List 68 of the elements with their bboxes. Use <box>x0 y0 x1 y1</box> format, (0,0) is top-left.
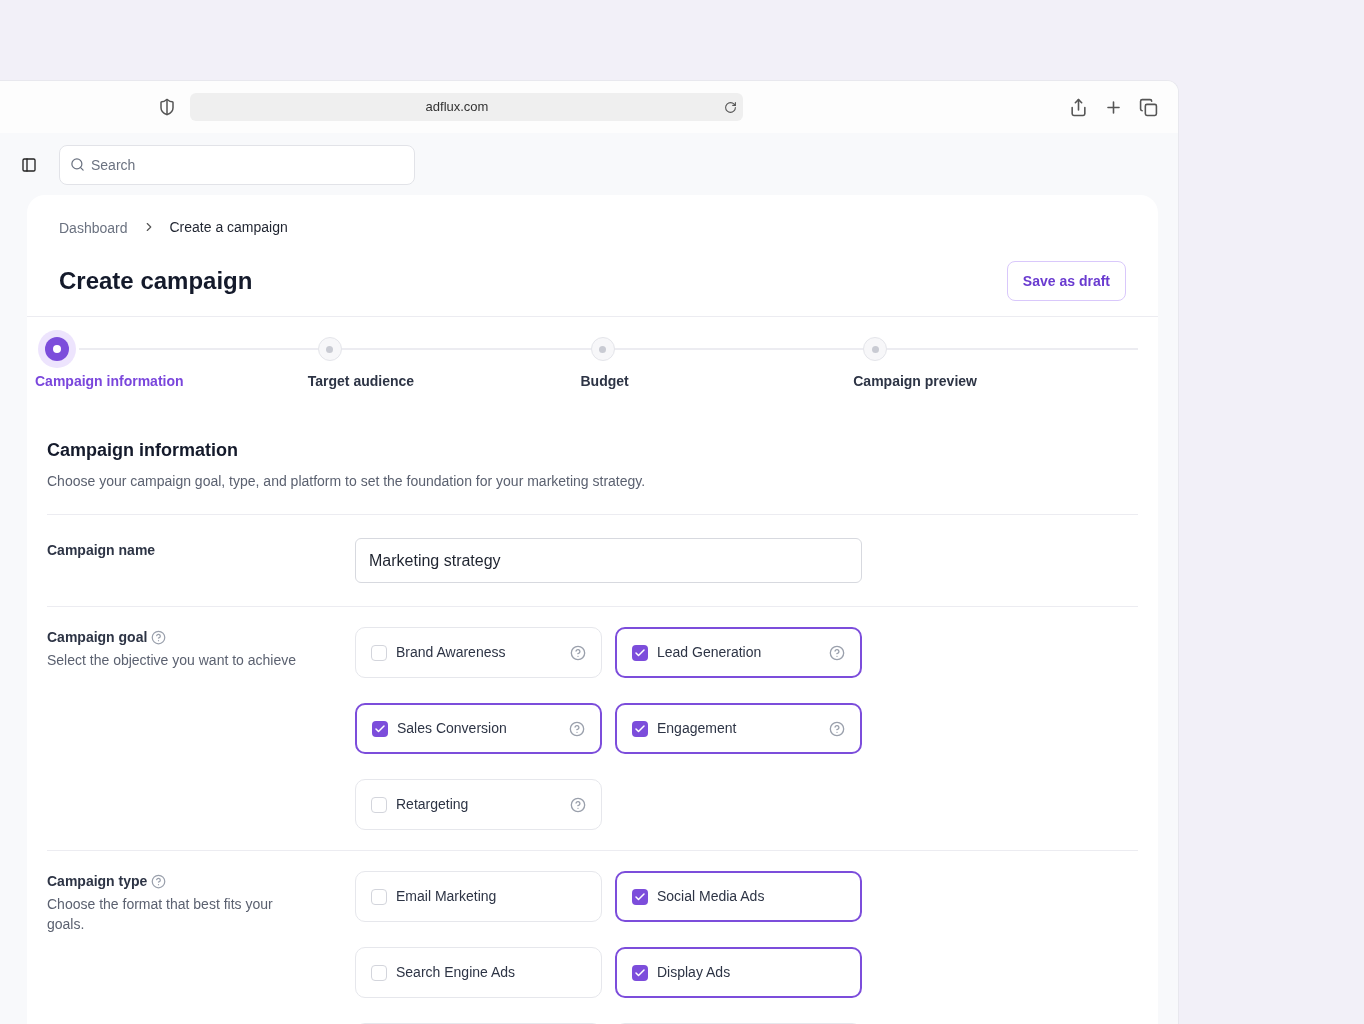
checkbox[interactable] <box>371 644 387 661</box>
field-label: Campaign type <box>47 872 148 891</box>
option-card[interactable]: Search Engine Ads <box>355 947 602 998</box>
page-title: Create campaign <box>59 266 253 296</box>
help-icon[interactable] <box>570 796 586 813</box>
option-label: Search Engine Ads <box>396 963 517 982</box>
option-card[interactable]: Retargeting <box>355 779 602 830</box>
help-icon[interactable] <box>151 630 167 645</box>
checkbox[interactable] <box>371 888 387 905</box>
search-icon <box>70 156 85 172</box>
field-label: Campaign goal <box>47 628 148 647</box>
section-title: Campaign information <box>47 439 239 462</box>
field-description: Select the objective you want to achieve <box>47 651 298 670</box>
checkbox[interactable] <box>632 720 648 737</box>
shield-icon[interactable] <box>158 98 176 116</box>
check-icon <box>634 646 646 659</box>
breadcrumb-link[interactable]: Dashboard <box>59 218 128 239</box>
step-marker[interactable] <box>863 337 888 361</box>
reload-icon[interactable] <box>724 100 737 114</box>
share-icon[interactable] <box>1069 97 1088 117</box>
help-icon[interactable] <box>570 644 586 661</box>
url-text: adflux.com <box>424 98 490 117</box>
breadcrumb-link[interactable]: Create a campaign <box>169 216 288 238</box>
checkbox[interactable] <box>371 964 387 981</box>
section-description: Choose your campaign goal, type, and platform to set the foundation for your marketing strategy. <box>47 472 647 491</box>
step-marker[interactable] <box>590 337 615 361</box>
option-label: Lead Generation <box>657 643 763 662</box>
checkbox[interactable] <box>372 720 388 737</box>
option-card[interactable]: Email Marketing <box>355 871 602 922</box>
help-icon[interactable] <box>829 644 845 661</box>
campaign-name-field[interactable]: Marketing strategy <box>355 538 862 583</box>
option-card[interactable]: Display Ads <box>615 947 862 998</box>
address-bar[interactable]: adflux.com <box>190 93 743 121</box>
check-icon <box>634 722 646 735</box>
tabs-icon[interactable] <box>1139 97 1158 117</box>
field-description: Choose the format that best fits your goals. <box>47 895 274 934</box>
option-label: Social Media Ads <box>657 887 766 906</box>
step-label[interactable]: Budget <box>580 371 629 392</box>
sidebar-toggle-icon[interactable] <box>21 156 37 173</box>
help-icon[interactable] <box>151 874 167 889</box>
save-draft-button[interactable]: Save as draft <box>1006 261 1126 301</box>
step-marker[interactable] <box>38 330 76 368</box>
option-card[interactable]: Social Media Ads <box>615 871 862 922</box>
check-icon <box>634 890 646 903</box>
help-icon[interactable] <box>569 720 585 737</box>
step-label[interactable]: Campaign preview <box>853 371 977 392</box>
option-label: Email Marketing <box>396 887 498 906</box>
step-label[interactable]: Campaign information <box>35 371 184 392</box>
option-label: Retargeting <box>396 795 470 814</box>
field-label: Campaign name <box>47 542 156 558</box>
option-card[interactable]: Brand Awareness <box>355 627 602 678</box>
step-marker[interactable] <box>317 337 342 361</box>
option-card[interactable]: Sales Conversion <box>355 703 602 754</box>
help-icon[interactable] <box>829 720 845 737</box>
option-label: Sales Conversion <box>397 719 508 738</box>
option-label: Display Ads <box>657 963 732 982</box>
option-label: Brand Awareness <box>396 643 507 662</box>
checkbox[interactable] <box>632 964 648 981</box>
search-field[interactable]: Search <box>59 144 415 185</box>
option-card[interactable]: Lead Generation <box>615 627 862 678</box>
checkbox[interactable] <box>371 796 387 813</box>
step-label[interactable]: Target audience <box>307 371 415 392</box>
checkbox[interactable] <box>632 888 648 905</box>
option-label: Engagement <box>657 719 738 738</box>
check-icon <box>634 966 646 979</box>
option-card[interactable]: Engagement <box>615 703 862 754</box>
check-icon <box>374 722 386 735</box>
checkbox[interactable] <box>632 644 648 661</box>
